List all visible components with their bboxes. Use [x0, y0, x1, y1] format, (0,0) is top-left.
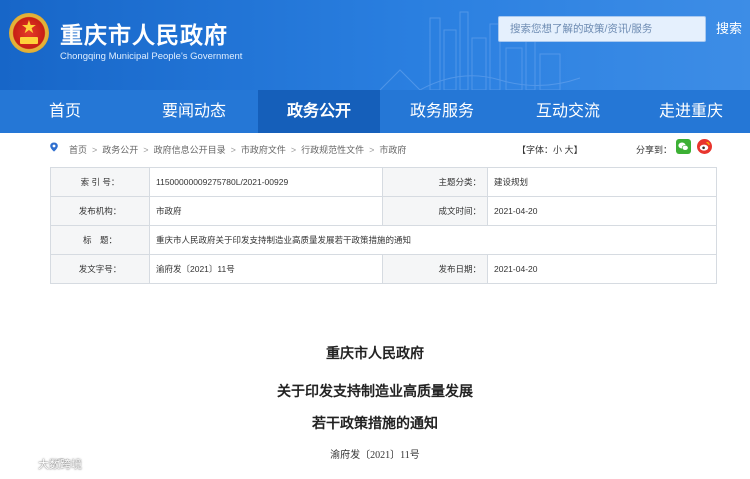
breadcrumb-home[interactable]: 首页	[69, 145, 87, 155]
share-label: 分享到：	[636, 145, 673, 155]
created-value: 2021-04-20	[487, 196, 717, 226]
national-emblem-icon: ★	[9, 13, 49, 53]
table-row: 发布机构： 市政府 成文时间： 2021-04-20	[50, 196, 717, 226]
font-large-button[interactable]: 大	[565, 145, 574, 155]
nav-item-gov-affairs[interactable]: 政务公开	[258, 90, 380, 133]
font-size-control: 【字体：小 大】	[517, 145, 583, 155]
breadcrumb-normative-docs[interactable]: 行政规范性文件	[301, 145, 364, 155]
search-input[interactable]	[499, 17, 706, 41]
docno-label: 发文字号：	[50, 254, 150, 284]
breadcrumb-info-catalog[interactable]: 政府信息公开目录	[154, 145, 226, 155]
nav-item-gov-services[interactable]: 政务服务	[380, 90, 504, 133]
breadcrumb-municipal-gov[interactable]: 市政府	[379, 145, 406, 155]
search-button[interactable]: 搜索	[716, 18, 742, 37]
theme-value: 建设规划	[487, 167, 717, 197]
title-label: 标 题：	[50, 225, 150, 255]
title-value: 重庆市人民政府关于印发支持制造业高质量发展若干政策措施的通知	[149, 225, 717, 255]
issuer-value: 市政府	[149, 196, 383, 226]
document-issuer: 重庆市人民政府	[326, 346, 424, 362]
nav-item-home[interactable]: 首页	[0, 90, 130, 133]
site-header: ★ 重庆市人民政府 Chongqing Municipal People's G…	[0, 0, 750, 90]
nav-item-interaction[interactable]: 互动交流	[504, 90, 632, 133]
location-pin-icon	[50, 142, 58, 152]
breadcrumb: 首页 > 政务公开 > 政府信息公开目录 > 市政府文件 > 行政规范性文件 > 市政府	[69, 145, 407, 155]
weibo-icon[interactable]	[697, 139, 712, 154]
font-small-button[interactable]: 小	[553, 145, 562, 155]
site-title[interactable]: 重庆市人民政府	[60, 16, 228, 50]
watermark-text: 大数跨境	[38, 459, 82, 471]
wechat-icon[interactable]	[676, 139, 691, 154]
main-nav: 首页 要闻动态 政务公开 政务服务 互动交流 走进重庆	[0, 90, 750, 133]
search-box	[498, 16, 706, 42]
table-row: 索 引 号： 11500000009275780L/2021-00929 主题分…	[50, 167, 717, 197]
table-row: 发文字号： 渝府发〔2021〕11号 发布日期： 2021-04-20	[50, 254, 717, 284]
docno-value: 渝府发〔2021〕11号	[149, 254, 383, 284]
issuer-label: 发布机构：	[50, 196, 150, 226]
published-value: 2021-04-20	[487, 254, 717, 284]
created-label: 成文时间：	[382, 196, 488, 226]
table-row: 标 题： 重庆市人民政府关于印发支持制造业高质量发展若干政策措施的通知	[50, 225, 717, 255]
nav-item-news[interactable]: 要闻动态	[130, 90, 258, 133]
theme-label: 主题分类：	[382, 167, 488, 197]
site-subtitle: Chongqing Municipal People's Government	[60, 51, 243, 62]
document-title-line1: 关于印发支持制造业高质量发展	[277, 384, 473, 400]
breadcrumb-bar: 首页 > 政务公开 > 政府信息公开目录 > 市政府文件 > 行政规范性文件 > 市政府 【字体：小…	[45, 137, 721, 159]
nav-item-about-chongqing[interactable]: 走进重庆	[632, 90, 750, 133]
document-title-line2: 若干政策措施的通知	[312, 416, 438, 432]
index-value: 11500000009275780L/2021-00929	[149, 167, 383, 197]
document-info-table: 索 引 号： 11500000009275780L/2021-00929 主题分…	[50, 167, 717, 284]
breadcrumb-municipal-docs[interactable]: 市政府文件	[241, 145, 286, 155]
breadcrumb-gov-affairs[interactable]: 政务公开	[102, 145, 138, 155]
index-label: 索 引 号：	[50, 167, 150, 197]
published-label: 发布日期：	[382, 254, 488, 284]
